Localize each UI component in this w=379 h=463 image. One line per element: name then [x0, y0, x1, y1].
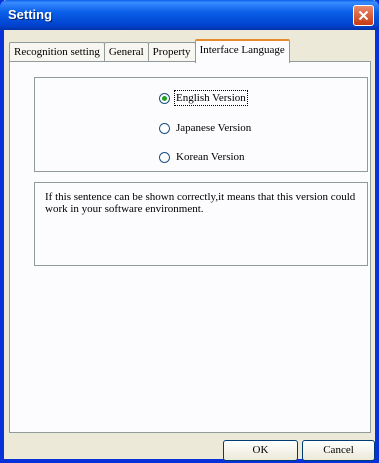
- korean-version-label: Korean Version: [176, 151, 245, 163]
- language-options-group: English Version Japanese Version Korean …: [34, 77, 368, 172]
- cancel-button[interactable]: Cancel: [302, 440, 375, 461]
- tab-bar: Recognition setting General Property Int…: [9, 39, 290, 63]
- english-version-label: English Version: [174, 90, 248, 106]
- english-version-option[interactable]: English Version: [159, 90, 248, 106]
- korean-version-radio[interactable]: [159, 151, 170, 163]
- window-title: Setting: [8, 7, 53, 22]
- interface-language-panel: English Version Japanese Version Korean …: [9, 61, 371, 433]
- setting-dialog: Setting Recognition setting General Prop…: [0, 0, 379, 463]
- japanese-version-radio[interactable]: [159, 122, 170, 134]
- korean-version-option[interactable]: Korean Version: [159, 151, 245, 163]
- close-button[interactable]: [353, 5, 374, 26]
- ok-button[interactable]: OK: [223, 440, 298, 461]
- japanese-version-label: Japanese Version: [176, 122, 252, 134]
- english-version-radio[interactable]: [159, 92, 170, 104]
- tab-recognition-setting[interactable]: Recognition setting: [9, 42, 105, 62]
- compatibility-message: If this sentence can be shown correctly,…: [34, 182, 368, 266]
- close-icon: [358, 10, 369, 21]
- title-bar[interactable]: Setting: [0, 0, 379, 30]
- japanese-version-option[interactable]: Japanese Version: [159, 122, 251, 134]
- tab-general[interactable]: General: [103, 42, 149, 62]
- compatibility-message-text: If this sentence can be shown correctly,…: [45, 191, 356, 215]
- tab-interface-language[interactable]: Interface Language: [194, 39, 290, 63]
- tab-property[interactable]: Property: [147, 42, 196, 62]
